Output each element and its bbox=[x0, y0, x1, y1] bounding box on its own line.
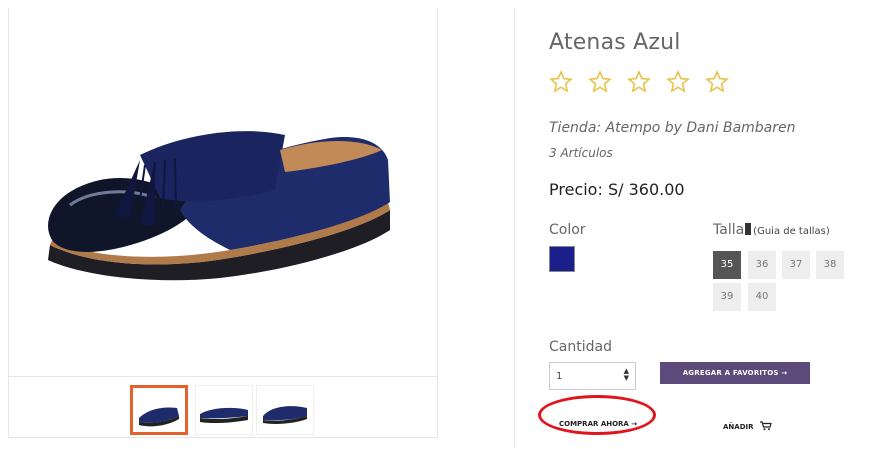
article-count: 3 Artículos bbox=[549, 146, 613, 160]
quantity-select[interactable]: 1 ▲ ▼ bbox=[549, 362, 636, 390]
product-price: Precio: S/ 360.00 bbox=[549, 180, 685, 199]
stepper-arrows-icon[interactable]: ▲ ▼ bbox=[624, 368, 629, 382]
quantity-value: 1 bbox=[556, 371, 563, 382]
star-icon[interactable] bbox=[627, 70, 651, 94]
size-option-39[interactable]: 39 bbox=[713, 283, 741, 311]
ruler-icon[interactable] bbox=[745, 223, 752, 235]
add-to-cart-button[interactable]: AÑADIR bbox=[723, 421, 772, 431]
star-icon[interactable] bbox=[549, 70, 573, 94]
size-label-text: Talla bbox=[713, 222, 745, 238]
star-icon[interactable] bbox=[588, 70, 612, 94]
thumbnail-3[interactable] bbox=[256, 385, 314, 435]
size-label: Talla (Guia de tallas) bbox=[713, 222, 830, 238]
quantity-label: Cantidad bbox=[549, 339, 612, 355]
size-option-35[interactable]: 35 bbox=[713, 251, 741, 279]
product-title: Atenas Azul bbox=[549, 30, 681, 55]
shoe-thumbnail-image bbox=[200, 407, 248, 424]
star-icon[interactable] bbox=[666, 70, 690, 94]
color-swatch-navy[interactable] bbox=[549, 246, 575, 272]
shoe-thumbnail-image bbox=[139, 407, 179, 427]
size-option-40[interactable]: 40 bbox=[748, 283, 776, 311]
size-option-38[interactable]: 38 bbox=[816, 251, 844, 279]
store-name[interactable]: Tienda: Atempo by Dani Bambaren bbox=[549, 120, 796, 136]
size-guide-link[interactable]: (Guia de tallas) bbox=[753, 226, 830, 237]
add-to-favorites-button[interactable]: AGREGAR A FAVORITOS → bbox=[660, 362, 810, 384]
thumbnail-1[interactable] bbox=[130, 385, 188, 435]
shoe-thumbnail-image bbox=[263, 406, 307, 424]
size-option-37[interactable]: 37 bbox=[782, 251, 810, 279]
thumbnail-2[interactable] bbox=[195, 385, 253, 435]
product-main-image bbox=[48, 131, 390, 281]
size-option-36[interactable]: 36 bbox=[748, 251, 776, 279]
column-divider bbox=[514, 8, 515, 448]
cart-icon bbox=[759, 421, 772, 431]
buy-now-button[interactable]: COMPRAR AHORA → bbox=[559, 420, 637, 428]
star-icon[interactable] bbox=[705, 70, 729, 94]
annotation-circle bbox=[538, 395, 656, 435]
color-label: Color bbox=[549, 222, 586, 238]
add-to-cart-label: AÑADIR bbox=[723, 423, 754, 431]
